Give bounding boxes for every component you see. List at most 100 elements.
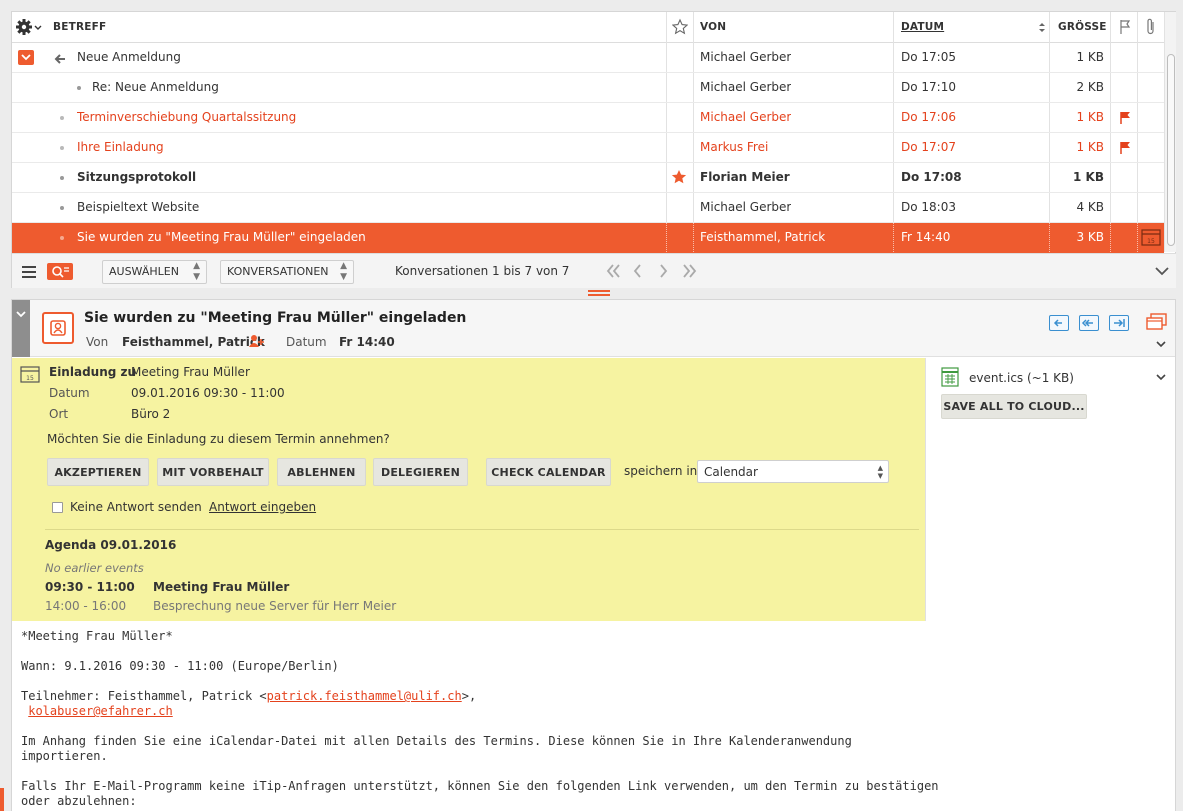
invitation-title-label: Einladung zu — [49, 365, 137, 379]
save-all-to-cloud-button[interactable]: SAVE ALL TO CLOUD... — [941, 394, 1087, 419]
message-row[interactable]: Beispieltext Website Michael Gerber Do 18:… — [12, 193, 1164, 223]
forward-icon — [1114, 319, 1125, 327]
star-outline-icon — [671, 18, 689, 35]
body-line: oder abzulehnen: — [21, 794, 137, 808]
attachment-name[interactable]: event.ics (~1 KB) — [969, 371, 1074, 385]
message-date: Do 18:03 — [901, 200, 956, 214]
message-row[interactable]: Neue Anmeldung Michael Gerber Do 17:05 1 KB — [12, 43, 1164, 73]
check-calendar-button[interactable]: CHECK CALENDAR — [486, 458, 611, 486]
column-subject[interactable]: BETREFF — [53, 12, 106, 43]
panel-splitter[interactable] — [588, 290, 610, 296]
header-details-toggle[interactable] — [1154, 339, 1168, 354]
accept-button[interactable]: AKZEPTIEREN — [47, 458, 149, 486]
message-from: Michael Gerber — [700, 80, 792, 94]
column-separator — [1137, 43, 1138, 72]
quick-search-button[interactable] — [47, 263, 73, 280]
prev-page-button[interactable] — [632, 262, 644, 283]
column-separator — [1049, 193, 1050, 222]
thread-expand-toggle[interactable] — [18, 50, 34, 65]
flag-icon[interactable] — [1117, 133, 1133, 162]
decline-button[interactable]: ABLEHNEN — [277, 458, 366, 486]
forward-button[interactable] — [1109, 315, 1129, 331]
flag-icon[interactable] — [1117, 103, 1133, 132]
column-separator — [693, 133, 694, 162]
email-link[interactable]: kolabuser@efahrer.ch — [28, 704, 173, 718]
message-date: Do 17:07 — [901, 140, 956, 154]
invitation-date: 09.01.2016 09:30 - 11:00 — [131, 386, 285, 400]
email-link[interactable]: patrick.feisthammel@ulif.ch — [267, 689, 462, 703]
column-separator — [666, 133, 667, 162]
column-separator — [893, 43, 894, 72]
message-status-dot — [60, 133, 64, 162]
double-chevron-left-icon — [606, 264, 620, 278]
next-page-button[interactable] — [657, 262, 669, 283]
column-separator — [893, 73, 894, 102]
message-row[interactable]: Sie wurden zu "Meeting Frau Müller" eing… — [12, 223, 1164, 253]
message-date: Fr 14:40 — [901, 230, 951, 244]
invitation-box: 15 Einladung zu Meeting Frau Müller Datu… — [12, 358, 925, 621]
message-header: Sie wurden zu "Meeting Frau Müller" eing… — [12, 300, 1175, 357]
column-separator — [1137, 133, 1138, 162]
invitation-date-label: Datum — [49, 386, 90, 400]
column-separator — [893, 223, 894, 252]
message-status-dot — [60, 193, 64, 222]
list-collapse-button[interactable] — [1154, 264, 1170, 281]
column-separator — [1110, 133, 1111, 162]
invitation-location-label: Ort — [49, 407, 69, 421]
list-options-button[interactable] — [15, 12, 43, 43]
calendar-select[interactable]: Calendar ▲ ▼ — [697, 460, 889, 483]
column-from[interactable]: VON — [700, 12, 726, 43]
chevron-left-icon — [633, 264, 641, 278]
invitation-location: Büro 2 — [131, 407, 171, 421]
tentative-button[interactable]: MIT VORBEHALT — [157, 458, 269, 486]
add-contact-icon — [249, 335, 264, 347]
list-scrollbar[interactable] — [1164, 12, 1176, 252]
agenda-title: Agenda 09.01.2016 — [45, 538, 177, 552]
message-size: 1 KB — [1076, 140, 1104, 154]
no-earlier-events: No earlier events — [45, 561, 144, 575]
message-status-dot — [60, 103, 64, 132]
add-contact-button[interactable] — [248, 334, 266, 351]
star-filled-icon[interactable] — [671, 163, 687, 192]
chevron-down-icon — [1156, 374, 1166, 381]
paperclip-icon — [1147, 18, 1154, 35]
message-row[interactable]: Re: Neue Anmeldung Michael Gerber Do 17:10… — [12, 73, 1164, 103]
column-flag[interactable] — [1117, 12, 1133, 43]
last-page-button[interactable] — [682, 262, 698, 283]
header-collapse-toggle[interactable] — [12, 300, 30, 357]
resize-handle[interactable] — [0, 788, 4, 811]
threads-dropdown[interactable]: KONVERSATIONEN ▲ ▼ — [220, 260, 354, 284]
column-flag-star[interactable] — [671, 12, 690, 43]
column-separator — [1137, 223, 1138, 252]
attachment-menu-button[interactable] — [1155, 372, 1167, 386]
new-window-icon — [1146, 313, 1167, 330]
chevron-down-icon — [1156, 341, 1166, 348]
invitation-title: Meeting Frau Müller — [131, 365, 250, 379]
calendar-invite-icon: 15 — [1141, 223, 1161, 252]
first-page-button[interactable] — [605, 262, 621, 283]
column-separator — [1110, 163, 1111, 192]
delegate-button[interactable]: DELEGIEREN — [373, 458, 468, 486]
message-row[interactable]: Sitzungsprotokoll Florian Meier Do 17:08 1 … — [12, 163, 1164, 193]
double-chevron-right-icon — [683, 264, 697, 278]
gear-icon — [16, 19, 42, 35]
select-dropdown[interactable]: AUSWÄHLEN ▲ ▼ — [102, 260, 207, 284]
sender-name[interactable]: Feisthammel, Patrick — [122, 335, 265, 349]
column-attachment[interactable] — [1144, 12, 1158, 43]
attachment-panel: event.ics (~1 KB) SAVE ALL TO CLOUD... — [925, 358, 1175, 621]
message-row[interactable]: Ihre Einladung Markus Frei Do 17:07 1 KB — [12, 133, 1164, 163]
reply-comment-link[interactable]: Antwort eingeben — [209, 500, 316, 514]
column-size[interactable]: GRÖSSE — [1058, 12, 1107, 43]
open-in-window-button[interactable] — [1146, 313, 1168, 334]
save-in-label: speichern in — [624, 464, 698, 478]
list-menu-button[interactable] — [22, 266, 36, 281]
message-status-dot — [60, 163, 64, 192]
updown-arrows-icon: ▲ ▼ — [193, 261, 200, 282]
reply-button[interactable] — [1049, 315, 1069, 331]
message-row[interactable]: Terminverschiebung Quartalssitzung Michae… — [12, 103, 1164, 133]
reply-all-button[interactable] — [1079, 315, 1099, 331]
column-separator — [893, 103, 894, 132]
column-date[interactable]: DATUM — [901, 12, 944, 43]
date-label: Datum — [286, 335, 327, 349]
no-reply-checkbox[interactable] — [52, 502, 63, 513]
